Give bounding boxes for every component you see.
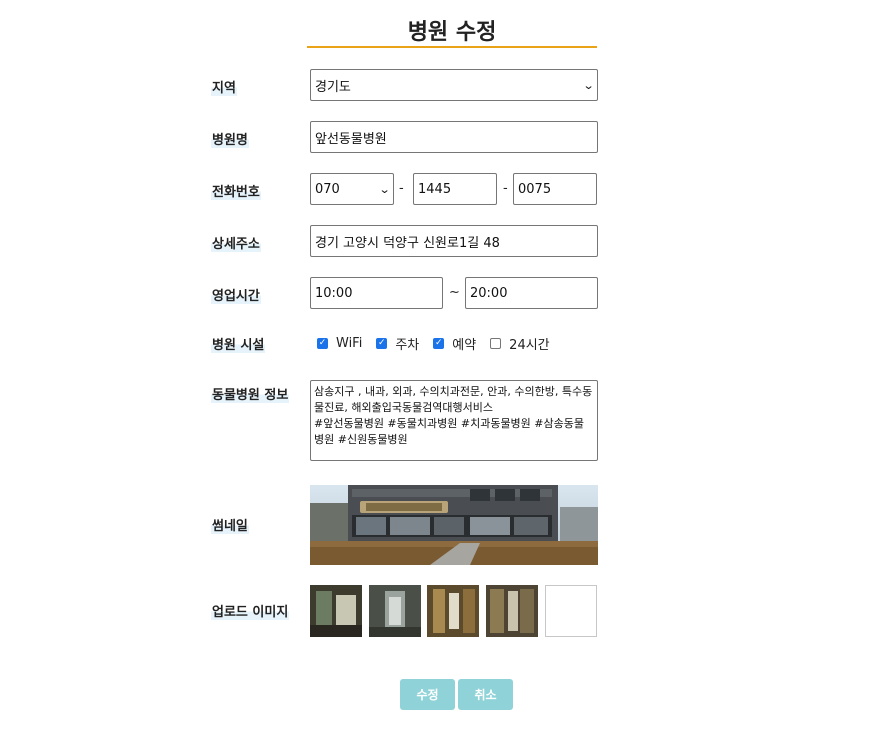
thumbnail-image[interactable]: [310, 485, 598, 565]
facilities-group: ✓ WiFi ✓ 주차 ✓ 예약 24시간: [317, 334, 564, 353]
label-hospital-name: 병원명: [211, 129, 249, 148]
title-underline: [307, 46, 597, 48]
facility-label: 예약: [452, 338, 477, 353]
label-info: 동물병원 정보: [211, 384, 290, 403]
label-thumbnail: 썸네일: [211, 515, 249, 534]
facility-parking[interactable]: ✓ 주차: [376, 334, 419, 353]
facility-label: 24시간: [509, 338, 550, 353]
label-address: 상세주소: [211, 233, 261, 252]
checkbox-checked-icon[interactable]: ✓: [433, 338, 445, 349]
address-input[interactable]: 경기 고양시 덕양구 신원로1길 48: [310, 225, 598, 257]
label-region: 지역: [211, 77, 237, 96]
upload-image-1[interactable]: [310, 585, 362, 637]
label-hours: 영업시간: [211, 285, 261, 304]
facility-label: WiFi: [336, 336, 363, 351]
phone-prefix-value: 070: [315, 181, 340, 197]
facility-reservation[interactable]: ✓ 예약: [433, 334, 476, 353]
open-time-input[interactable]: 10:00: [310, 277, 443, 309]
cancel-button[interactable]: 취소: [458, 679, 513, 710]
submit-button[interactable]: 수정: [400, 679, 455, 710]
upload-image-2[interactable]: [369, 585, 421, 637]
info-textarea[interactable]: 삼송지구 , 내과, 외과, 수의치과전문, 안과, 수의한방, 특수동물진료,…: [310, 380, 598, 461]
region-select-value: 경기도: [315, 79, 351, 95]
facility-label: 주차: [395, 338, 420, 353]
label-phone: 전화번호: [211, 181, 261, 200]
phone-prefix-select[interactable]: 070 ⌄: [310, 173, 394, 205]
phone-last-value: 0075: [518, 181, 552, 197]
checkbox-checked-icon[interactable]: ✓: [376, 338, 388, 349]
hospital-name-value: 앞선동물병원: [315, 131, 387, 147]
region-select[interactable]: 경기도 ⌄: [310, 69, 598, 101]
checkbox-checked-icon[interactable]: ✓: [317, 338, 328, 349]
checkbox-unchecked-icon[interactable]: [490, 338, 502, 349]
close-time-input[interactable]: 20:00: [465, 277, 598, 309]
close-time-value: 20:00: [470, 285, 508, 301]
hospital-name-input[interactable]: 앞선동물병원: [310, 121, 598, 153]
upload-image-empty-slot[interactable]: [545, 585, 597, 637]
facility-wifi[interactable]: ✓ WiFi: [317, 336, 362, 351]
phone-middle-input[interactable]: 1445: [413, 173, 497, 205]
upload-image-4[interactable]: [486, 585, 538, 637]
phone-separator: -: [399, 181, 404, 196]
chevron-down-icon: ⌄: [582, 78, 595, 92]
facility-24h[interactable]: 24시간: [490, 334, 550, 353]
page-title: 병원 수정: [407, 20, 497, 45]
label-facilities: 병원 시설: [211, 334, 266, 353]
phone-last-input[interactable]: 0075: [513, 173, 597, 205]
phone-middle-value: 1445: [418, 181, 452, 197]
open-time-value: 10:00: [315, 285, 353, 301]
chevron-down-icon: ⌄: [378, 182, 391, 196]
address-value: 경기 고양시 덕양구 신원로1길 48: [315, 235, 500, 251]
hours-separator: ~: [449, 285, 460, 300]
upload-image-3[interactable]: [427, 585, 479, 637]
label-upload: 업로드 이미지: [211, 601, 290, 620]
phone-separator: -: [503, 181, 508, 196]
